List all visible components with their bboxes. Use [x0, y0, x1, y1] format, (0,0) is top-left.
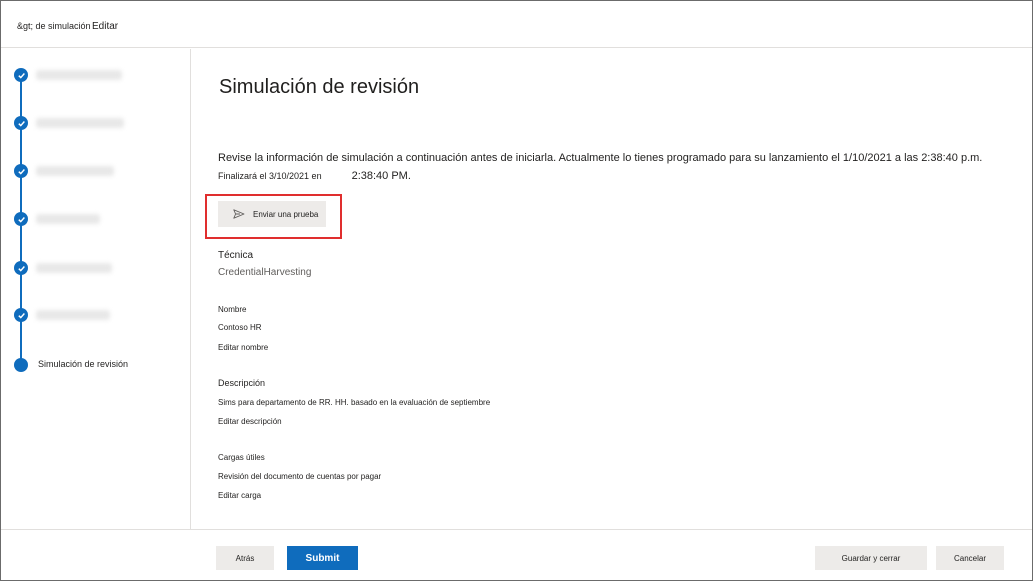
step-1[interactable] — [14, 68, 184, 84]
wizard-stepper: Simulación de revisión — [1, 49, 191, 529]
check-icon — [14, 261, 28, 275]
edit-description-link[interactable]: Editar descripción — [218, 417, 282, 426]
submit-button[interactable]: Submit — [287, 546, 358, 570]
breadcrumb-edit[interactable]: Editar — [92, 21, 118, 32]
step-label-redacted — [36, 263, 112, 273]
top-bar: &gt; de simulación Editar — [1, 1, 1032, 48]
step-3[interactable] — [14, 164, 184, 180]
breadcrumb-simulation[interactable]: &gt; de simulación — [17, 21, 91, 31]
step-6[interactable] — [14, 308, 184, 324]
step-4[interactable] — [14, 212, 184, 228]
end-date-text: Finalizará el 3/10/2021 en 2:38:40 PM. — [218, 170, 411, 182]
name-value: Contoso HR — [218, 323, 262, 332]
technique-label: Técnica — [218, 250, 254, 261]
payloads-value: Revisión del documento de cuentas por pa… — [218, 472, 382, 481]
main-content: Simulación de revisión Revise la informa… — [192, 49, 1032, 529]
technique-value: CredentialHarvesting — [218, 267, 312, 278]
step-label-redacted — [36, 166, 114, 176]
check-icon — [14, 212, 28, 226]
review-description: Revise la información de simulación a co… — [218, 152, 983, 164]
payloads-label: Cargas útiles — [218, 453, 265, 462]
send-test-label: Enviar una prueba — [253, 209, 319, 219]
send-test-button[interactable]: Enviar una prueba — [218, 201, 326, 227]
edit-name-link[interactable]: Editar nombre — [218, 343, 268, 352]
step-label-redacted — [36, 70, 122, 80]
edit-payload-link[interactable]: Editar carga — [218, 491, 261, 500]
step-2[interactable] — [14, 116, 184, 132]
step-5[interactable] — [14, 261, 184, 277]
check-icon — [14, 68, 28, 82]
check-icon — [14, 164, 28, 178]
check-icon — [14, 308, 28, 322]
step-7-current[interactable]: Simulación de revisión — [14, 358, 184, 374]
step-label-redacted — [36, 214, 100, 224]
step-label-redacted — [36, 310, 110, 320]
current-step-dot-icon — [14, 358, 28, 372]
check-icon — [14, 116, 28, 130]
description-value: Sims para departamento de RR. HH. basado… — [218, 398, 491, 407]
description-label: Descripción — [218, 378, 266, 388]
back-button[interactable]: Atrás — [216, 546, 274, 570]
window-frame: &gt; de simulación Editar Simulación de … — [0, 0, 1033, 581]
send-icon — [233, 209, 245, 219]
step-label-review: Simulación de revisión — [38, 359, 129, 369]
save-and-close-button[interactable]: Guardar y cerrar — [815, 546, 927, 570]
end-time: 2:38:40 PM. — [351, 170, 411, 182]
cancel-button[interactable]: Cancelar — [936, 546, 1004, 570]
step-label-redacted — [36, 118, 124, 128]
page-title: Simulación de revisión — [219, 76, 420, 98]
end-date-prefix: Finalizará el 3/10/2021 en — [218, 171, 322, 181]
footer-bar: Atrás Submit Guardar y cerrar Cancelar — [1, 529, 1032, 580]
name-label: Nombre — [218, 305, 247, 314]
